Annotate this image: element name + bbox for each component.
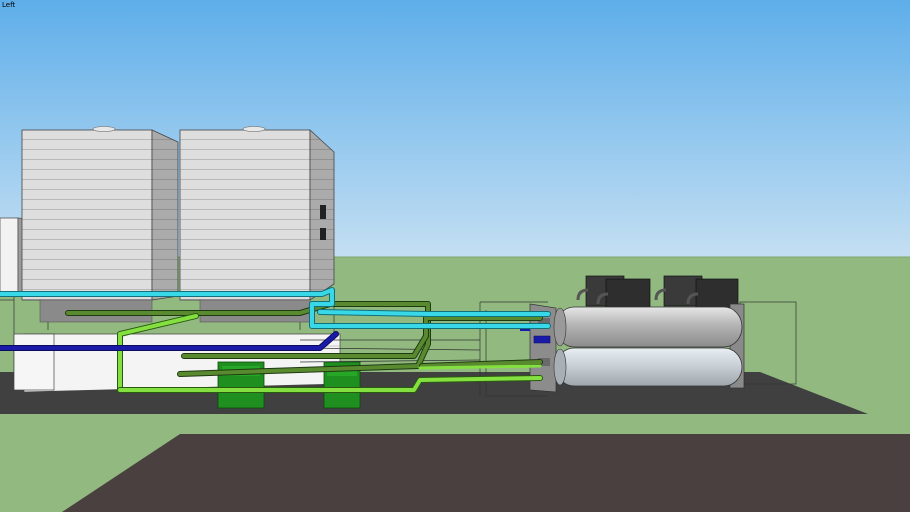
model-viewport[interactable]: Left [0,0,910,512]
fan-stack-2 [242,126,266,132]
blue-valve [533,335,551,344]
tower-basin [13,333,341,393]
view-label: Left [2,1,16,9]
chiller-lower-shell [555,347,743,387]
chiller-upper-shell [555,306,743,348]
scene-canvas[interactable] [0,0,910,512]
fan-stack-1 [92,126,116,132]
tower-control-box [320,205,326,219]
roadway[interactable] [62,434,910,512]
